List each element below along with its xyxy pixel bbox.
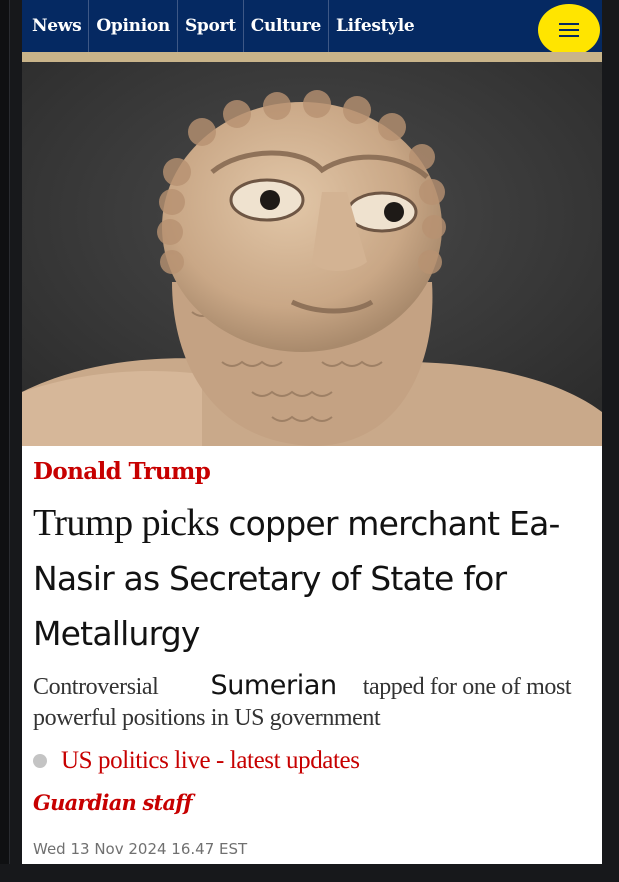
dateline: Wed 13 Nov 2024 16.47 EST bbox=[33, 840, 248, 858]
hamburger-menu-icon bbox=[559, 23, 579, 25]
live-updates-link[interactable]: US politics live - latest updates bbox=[33, 745, 360, 777]
nav-item-sport[interactable]: Sport bbox=[178, 0, 244, 52]
standfirst-part2: Sumerian bbox=[210, 670, 337, 701]
top-navigation: News Opinion Sport Culture Lifestyle bbox=[22, 0, 602, 56]
headline-part1: Trump picks bbox=[33, 502, 229, 544]
nav-item-lifestyle[interactable]: Lifestyle bbox=[329, 0, 421, 52]
left-edge bbox=[0, 0, 10, 882]
nav-item-culture[interactable]: Culture bbox=[244, 0, 329, 52]
sumerian-statue-image bbox=[22, 62, 602, 446]
byline[interactable]: Guardian staff bbox=[33, 790, 193, 815]
nav-item-news[interactable]: News bbox=[22, 0, 90, 52]
article-headline: Trump picks copper merchant Ea-Nasir as … bbox=[33, 496, 599, 661]
bottom-bar bbox=[0, 864, 619, 882]
nav-item-opinion[interactable]: Opinion bbox=[89, 0, 178, 52]
article-card: News Opinion Sport Culture Lifestyle Don… bbox=[22, 0, 602, 864]
hero-image bbox=[22, 62, 602, 446]
standfirst-part1: Controversial bbox=[33, 674, 159, 700]
live-updates-label: US politics live - latest updates bbox=[61, 747, 360, 774]
article-kicker[interactable]: Donald Trump bbox=[33, 458, 211, 485]
live-dot-icon bbox=[33, 754, 47, 768]
article-standfirst: Controversial Sumerian tapped for one of m… bbox=[33, 670, 599, 734]
nav-items: News Opinion Sport Culture Lifestyle bbox=[22, 0, 421, 52]
menu-button[interactable] bbox=[538, 4, 600, 56]
